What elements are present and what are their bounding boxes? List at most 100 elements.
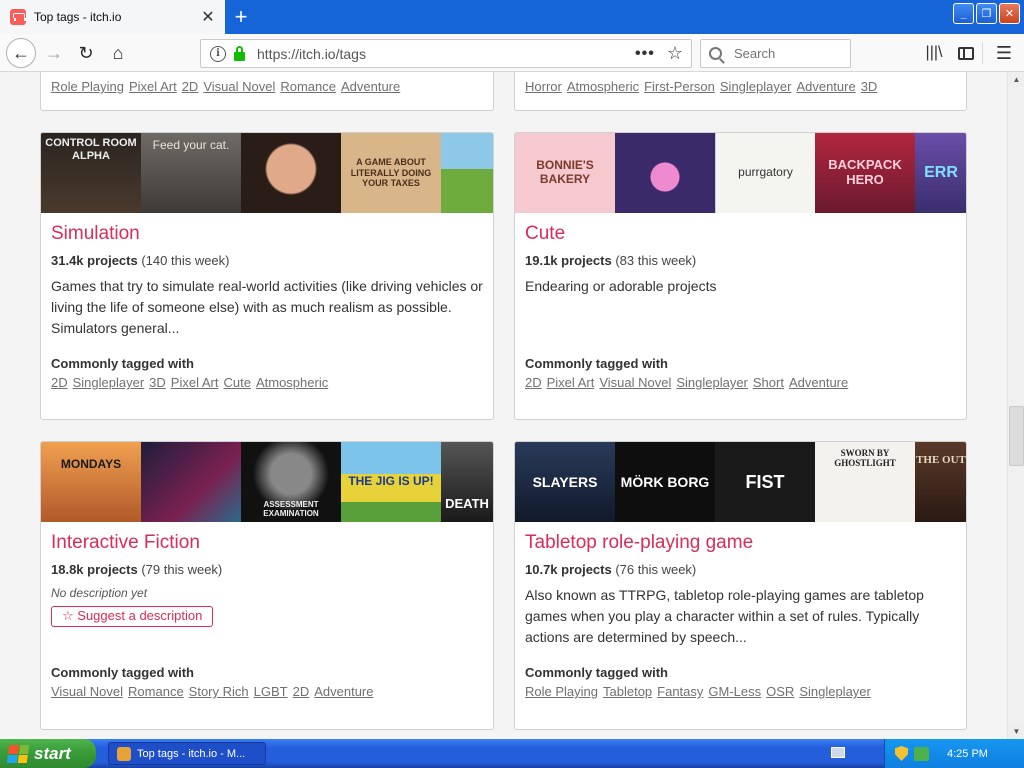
tag-link[interactable]: Singleplayer <box>73 375 145 390</box>
cover-strip[interactable]: BONNIE'S BAKERY purrgatory BACKPACK HERO… <box>515 133 966 213</box>
url-bar[interactable]: i https://itch.io/tags ••• ☆ <box>200 39 692 68</box>
game-thumbnail[interactable] <box>441 133 493 213</box>
tag-link[interactable]: Visual Novel <box>599 375 671 390</box>
game-thumbnail[interactable]: MÖRK BORG <box>615 442 715 522</box>
tag-link[interactable]: Cute <box>223 375 250 390</box>
network-icon[interactable] <box>914 746 929 761</box>
game-thumbnail[interactable]: THE OUT <box>915 442 966 522</box>
restore-button[interactable]: ❐ <box>976 3 997 24</box>
tag-link[interactable]: Visual Novel <box>203 79 275 94</box>
game-thumbnail[interactable]: DEATH <box>441 442 493 522</box>
tag-link[interactable]: OSR <box>766 684 794 699</box>
close-window-button[interactable]: ✕ <box>999 3 1020 24</box>
site-info-icon[interactable]: i <box>210 45 226 62</box>
tag-link[interactable]: Singleplayer <box>676 375 748 390</box>
new-tab-button[interactable]: + <box>228 4 254 30</box>
game-thumbnail[interactable] <box>141 442 241 522</box>
tag-link[interactable]: 3D <box>861 79 878 94</box>
tag-link[interactable]: Atmospheric <box>567 79 639 94</box>
game-thumbnail[interactable] <box>241 133 341 213</box>
back-button[interactable]: ← <box>6 38 36 68</box>
tag-link[interactable]: Pixel Art <box>129 79 177 94</box>
tag-link[interactable]: Atmospheric <box>256 375 328 390</box>
minimize-button[interactable]: _ <box>953 3 974 24</box>
page-scrollbar[interactable]: ▲ ▼ <box>1007 72 1024 739</box>
cover-strip[interactable]: SLAYERS MÖRK BORG FIST SWORN BY GHOSTLIG… <box>515 442 966 522</box>
start-button[interactable]: start <box>0 739 96 768</box>
tag-link[interactable]: Adventure <box>314 684 373 699</box>
tag-link[interactable]: 2D <box>182 79 199 94</box>
tag-link[interactable]: Horror <box>525 79 562 94</box>
tag-link[interactable]: Role Playing <box>51 79 124 94</box>
tag-link[interactable]: 3D <box>149 375 166 390</box>
game-thumbnail[interactable]: SWORN BY GHOSTLIGHT <box>815 442 915 522</box>
keyboard-icon[interactable] <box>831 747 845 758</box>
game-thumbnail[interactable]: ERR <box>915 133 966 213</box>
game-thumbnail[interactable]: SLAYERS <box>515 442 615 522</box>
bookmark-star-icon[interactable]: ☆ <box>667 43 683 64</box>
game-thumbnail[interactable]: CONTROL ROOM ALPHA <box>41 133 141 213</box>
game-thumbnail[interactable]: BACKPACK HERO <box>815 133 915 213</box>
tag-link[interactable]: Visual Novel <box>51 684 123 699</box>
suggest-description-button[interactable]: ☆ Suggest a description <box>51 606 214 627</box>
tag-card-simulation: CONTROL ROOM ALPHA Feed your cat. A GAME… <box>40 132 494 420</box>
tag-link[interactable]: LGBT <box>254 684 288 699</box>
tag-link[interactable]: Singleplayer <box>720 79 792 94</box>
tag-link[interactable]: Adventure <box>789 375 848 390</box>
game-thumbnail[interactable]: MONDAYS <box>41 442 141 522</box>
home-button[interactable]: ⌂ <box>104 39 132 67</box>
clock[interactable]: 4:25 PM <box>947 748 988 760</box>
tag-title[interactable]: Simulation <box>51 223 483 245</box>
page-actions-icon[interactable]: ••• <box>635 45 655 63</box>
hamburger-menu-icon[interactable]: ☰ <box>994 43 1014 63</box>
tag-link[interactable]: Adventure <box>796 79 855 94</box>
reload-button[interactable]: ↻ <box>72 39 100 67</box>
tag-link[interactable]: Fantasy <box>657 684 703 699</box>
tag-link[interactable]: Singleplayer <box>799 684 871 699</box>
tag-link[interactable]: 2D <box>525 375 542 390</box>
game-thumbnail[interactable]: THE JIG IS UP! <box>341 442 441 522</box>
tag-link[interactable]: Story Rich <box>189 684 249 699</box>
library-icon[interactable]: |||\ <box>924 43 944 63</box>
tag-link[interactable]: Pixel Art <box>171 375 219 390</box>
tag-link[interactable]: Adventure <box>341 79 400 94</box>
common-tags: Visual Novel Romance Story Rich LGBT 2D Adven… <box>51 684 483 699</box>
tag-link[interactable]: First-Person <box>644 79 715 94</box>
tag-link[interactable]: Role Playing <box>525 684 598 699</box>
game-thumbnail[interactable]: ASSESSMENT EXAMINATION <box>241 442 341 522</box>
game-thumbnail[interactable]: purrgatory <box>715 133 815 213</box>
game-thumbnail[interactable]: Feed your cat. <box>141 133 241 213</box>
tag-title[interactable]: Tabletop role-playing game <box>525 532 956 554</box>
common-tags: Role Playing Tabletop Fantasy GM-Less OSR Sin… <box>525 684 956 699</box>
tag-link[interactable]: 2D <box>293 684 310 699</box>
tag-link[interactable]: Tabletop <box>603 684 652 699</box>
scroll-thumb[interactable] <box>1009 406 1024 466</box>
page-content: Role Playing Pixel Art 2D Visual Novel Roman… <box>0 72 1007 739</box>
forward-button[interactable]: → <box>40 39 68 67</box>
windows-flag-icon <box>6 744 30 763</box>
taskbar-window-button[interactable]: Top tags - itch.io - M... <box>108 742 266 765</box>
tag-title[interactable]: Cute <box>525 223 956 245</box>
scroll-up-arrow-icon[interactable]: ▲ <box>1009 72 1024 87</box>
game-thumbnail[interactable]: BONNIE'S BAKERY <box>515 133 615 213</box>
cover-strip[interactable]: MONDAYS ASSESSMENT EXAMINATION THE JIG I… <box>41 442 493 522</box>
cover-strip[interactable]: CONTROL ROOM ALPHA Feed your cat. A GAME… <box>41 133 493 213</box>
url-text[interactable]: https://itch.io/tags <box>257 46 635 62</box>
tag-link[interactable]: GM-Less <box>708 684 761 699</box>
security-shield-icon[interactable] <box>895 746 908 761</box>
tag-link[interactable]: 2D <box>51 375 68 390</box>
sidebar-toggle-icon[interactable] <box>956 43 976 63</box>
tag-link[interactable]: Romance <box>128 684 184 699</box>
game-thumbnail[interactable]: A GAME ABOUT LITERALLY DOING YOUR TAXES <box>341 133 441 213</box>
tab-top-tags[interactable]: Top tags - itch.io ✕ <box>0 0 225 34</box>
tag-link[interactable]: Romance <box>280 79 336 94</box>
search-bar[interactable]: Search <box>700 39 851 68</box>
tag-title[interactable]: Interactive Fiction <box>51 532 483 554</box>
project-count: 19.1k projects <box>525 253 612 268</box>
game-thumbnail[interactable] <box>615 133 715 213</box>
close-tab-icon[interactable]: ✕ <box>197 6 219 28</box>
scroll-down-arrow-icon[interactable]: ▼ <box>1009 724 1024 739</box>
tag-link[interactable]: Pixel Art <box>547 375 595 390</box>
game-thumbnail[interactable]: FIST <box>715 442 815 522</box>
tag-link[interactable]: Short <box>753 375 784 390</box>
